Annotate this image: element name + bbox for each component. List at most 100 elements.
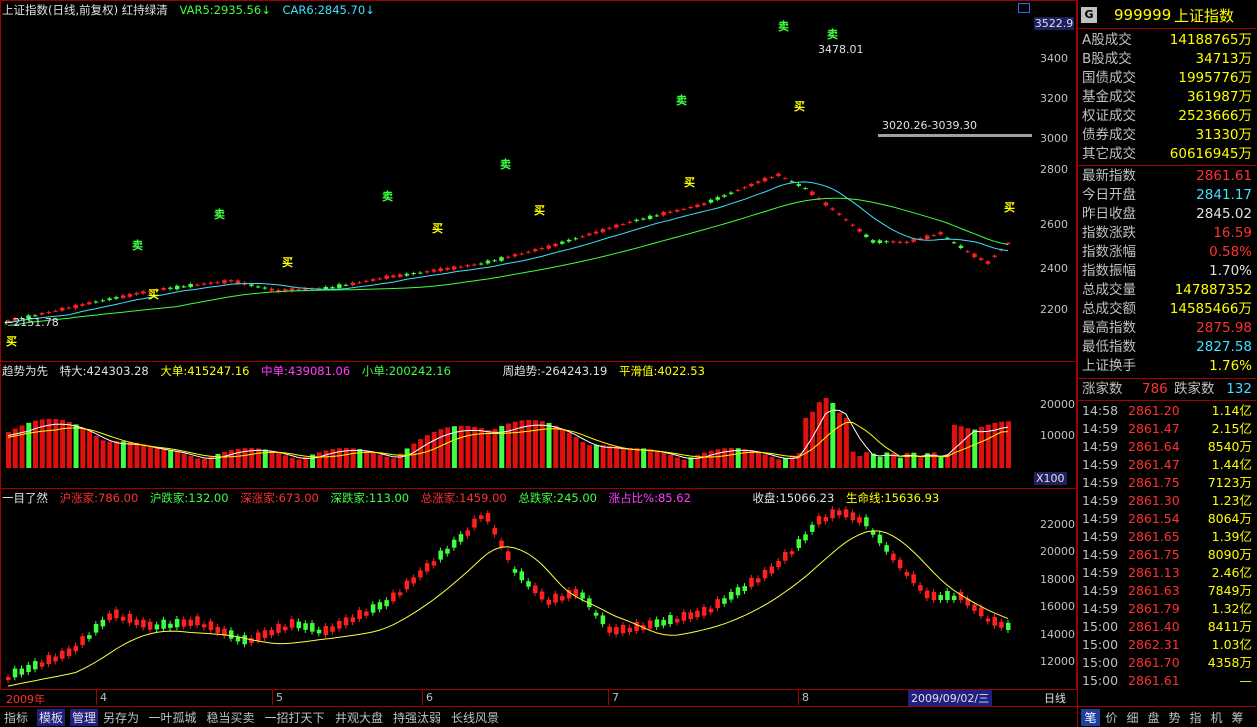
quote-tab[interactable]: 指 [1186,709,1205,726]
toolbar-item[interactable]: 模板 [37,709,66,726]
tick-time: 14:59 [1082,421,1119,436]
volume-row: 国债成交 1995776万 [1078,69,1256,88]
flow-bar [749,450,755,468]
breadth-candle [837,510,842,516]
breadth-candle [533,585,538,594]
toolbar-item[interactable]: 持强汰弱 [393,709,441,726]
breadth-candle [924,590,930,599]
flow-bar [823,398,829,468]
candle-body [343,284,349,286]
flow-bar [843,417,849,468]
quote-tab[interactable]: 筹 [1228,709,1247,726]
flow-bar [769,456,775,468]
flow-bar [397,453,403,468]
breadth-candle [776,560,781,568]
toolbar-item[interactable]: 一招打天下 [265,709,325,726]
zhouqs-value: 周趋势:-264243.19 [502,364,608,378]
toolbar-item[interactable]: 指标 [4,709,28,726]
breadth-candle [843,509,849,518]
breadth-chart[interactable] [0,505,1032,688]
kline-chart[interactable] [0,20,1032,360]
breadth-candle [357,609,362,619]
flow-bar [316,452,322,468]
candle-body [269,288,275,291]
sell-signal: 卖 [827,28,838,41]
breadth-candle [668,615,673,624]
breadth-candle [681,612,687,621]
index-stat-label: 指数振幅 [1082,263,1136,279]
breadth-candle [215,626,220,633]
quote-tab[interactable]: 盘 [1144,709,1163,726]
zhongdan-value: 中单:439081.06 [261,364,351,378]
volume-row: A股成交 14188765万 [1078,31,1256,50]
chart-options-box[interactable] [1018,3,1030,13]
toolbar-item[interactable]: 井观大盘 [335,709,383,726]
candle-body [201,283,207,285]
breadth-candle [465,530,470,536]
flow-bar [87,431,93,468]
breadth-candle [999,621,1004,628]
flow-bar [918,457,924,468]
candle-body [715,197,720,200]
tick-amount: — [1239,673,1253,688]
flow-bar [627,448,633,468]
breadth-candle [884,545,889,552]
volume-row-value: 361987万 [1186,89,1252,105]
flow-bar [80,427,86,468]
breadth-candle [951,595,957,600]
flow-bar [60,420,66,468]
breadth-candle [19,668,25,675]
quote-tab[interactable]: 细 [1123,709,1142,726]
candle-body [350,282,356,286]
index-stat-value: 2845.02 [1196,206,1252,222]
toolbar-item[interactable]: 稳当买卖 [207,709,255,726]
breadth-candle [938,595,943,600]
buy-signal: 买 [534,204,545,217]
tick-time: 14:59 [1082,583,1119,598]
toolbar-item[interactable]: 一叶孤城 [149,709,197,726]
down-label: 跌家数 [1174,381,1215,397]
quote-tab[interactable]: 机 [1207,709,1226,726]
volume-row-label: 基金成交 [1082,89,1136,105]
breadth-candle [769,566,775,574]
breadth-candle [783,551,788,561]
flow-bar [708,450,714,468]
breadth-candle [242,635,247,645]
month-tick [798,690,799,705]
candle-body [66,307,72,309]
index-stat-value: 2841.17 [1196,187,1252,203]
y-tick-label: 2200 [1040,303,1068,316]
breadth-candle [978,607,984,617]
tick-amount: 8090万 [1207,547,1252,562]
index-stat-label: 指数涨跌 [1082,225,1136,241]
candle-body [620,224,626,226]
flow-bar [120,441,126,468]
toolbar-item[interactable]: 另存为 [103,709,139,726]
breadth-candle [810,524,815,532]
candle-body [161,287,166,290]
flow-bar [580,441,586,468]
flow-bar [816,402,822,468]
candle-body [776,173,781,177]
month-tick [96,690,97,705]
candle-body [526,251,531,253]
breadth-candle [114,609,119,619]
quote-tab[interactable]: 笔 [1081,709,1100,726]
breadth-candle [877,534,883,544]
candle-body [843,219,849,221]
breadth-candle [134,619,139,626]
g-badge[interactable]: G [1081,7,1097,23]
breadth-candle [107,613,112,621]
quote-tab[interactable]: 价 [1102,709,1121,726]
candle-body [722,195,727,197]
period-label[interactable]: 日线 [1044,690,1066,706]
cursor-date: 2009/09/02/三 [908,690,993,706]
toolbar-item[interactable]: 管理 [70,709,99,726]
tick-price: 2861.40 [1128,619,1180,634]
breadth-candle [478,515,484,520]
flow-bar [269,451,275,468]
quote-tab[interactable]: 势 [1165,709,1184,726]
toolbar-item[interactable]: 长线风景 [451,709,499,726]
breadth-candle [174,618,180,628]
capital-flow-chart[interactable] [0,380,1032,486]
